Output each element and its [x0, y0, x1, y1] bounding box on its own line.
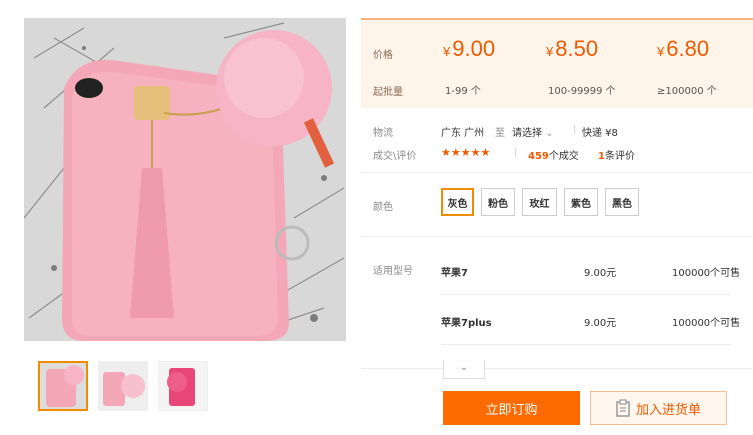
logistics-separator: |	[573, 124, 577, 135]
color-option-gray[interactable]: 灰色	[441, 188, 474, 216]
expand-models-button[interactable]: ⌄	[443, 360, 485, 379]
tier-price-3: ¥6.80	[657, 36, 710, 61]
tier-price-2: ¥8.50	[546, 36, 599, 61]
price-panel: 价格 起批量 ¥9.00 ¥8.50 ¥6.80 1-99 个 100-9999…	[361, 18, 753, 108]
model-price: 9.00元	[584, 318, 617, 329]
logistics-to-word: 至	[495, 128, 505, 139]
thumbnail-strip	[38, 361, 208, 411]
divider	[361, 368, 753, 369]
add-to-cart-button[interactable]: 加入进货单	[590, 391, 727, 425]
logistics-from: 广东 广州	[441, 128, 485, 139]
tier-qty-1: 1-99 个	[445, 86, 481, 97]
logistics-label: 物流	[373, 128, 393, 139]
deal-count: 459个成交	[528, 151, 579, 162]
thumbnail-2[interactable]	[98, 361, 148, 411]
moq-label: 起批量	[373, 87, 403, 98]
chevron-down-icon: ⌄	[545, 128, 554, 139]
model-label: 适用型号	[373, 266, 413, 277]
tier-qty-3: ≥100000 个	[657, 86, 717, 97]
shipping-fee: 快递 ¥8	[582, 128, 618, 139]
divider	[441, 344, 731, 345]
rating-stars: ★★★★★	[441, 146, 491, 159]
thumbnail-image	[159, 362, 207, 410]
price-label: 价格	[373, 50, 393, 61]
price-tier-block: 价格 起批量 ¥9.00 ¥8.50 ¥6.80 1-99 个 100-9999…	[361, 18, 753, 108]
color-option-black[interactable]: 黑色	[605, 188, 639, 216]
color-label: 颜色	[373, 202, 393, 213]
model-availability: 100000个可售	[672, 318, 741, 329]
phone-case-illustration	[24, 18, 346, 341]
thumbnail-1[interactable]	[38, 361, 88, 411]
color-option-purple[interactable]: 紫色	[564, 188, 598, 216]
thumbnail-image	[40, 363, 86, 409]
order-now-button[interactable]: 立即订购	[443, 391, 580, 425]
model-availability: 100000个可售	[672, 268, 741, 279]
model-price: 9.00元	[584, 268, 617, 279]
review-count[interactable]: 1条评价	[598, 147, 635, 162]
tier-qty-2: 100-99999 个	[548, 86, 616, 97]
model-name: 苹果7	[441, 268, 468, 279]
add-to-cart-label: 加入进货单	[635, 402, 701, 418]
destination-select[interactable]: 请选择 ⌄	[512, 124, 554, 139]
thumbnail-3[interactable]	[158, 361, 208, 411]
color-option-rose[interactable]: 玫红	[522, 188, 557, 216]
chevron-down-icon: ⌄	[459, 362, 469, 373]
color-option-pink[interactable]: 粉色	[481, 188, 515, 216]
tier-price-1: ¥9.00	[443, 36, 496, 61]
deals-label: 成交\评价	[373, 151, 417, 162]
divider	[361, 172, 753, 173]
divider	[361, 236, 753, 237]
deals-separator: |	[514, 147, 518, 158]
clipboard-icon	[616, 399, 630, 417]
thumbnail-image	[99, 362, 147, 410]
divider	[441, 294, 731, 295]
model-name: 苹果7plus	[441, 318, 492, 329]
main-product-image[interactable]	[24, 18, 346, 341]
